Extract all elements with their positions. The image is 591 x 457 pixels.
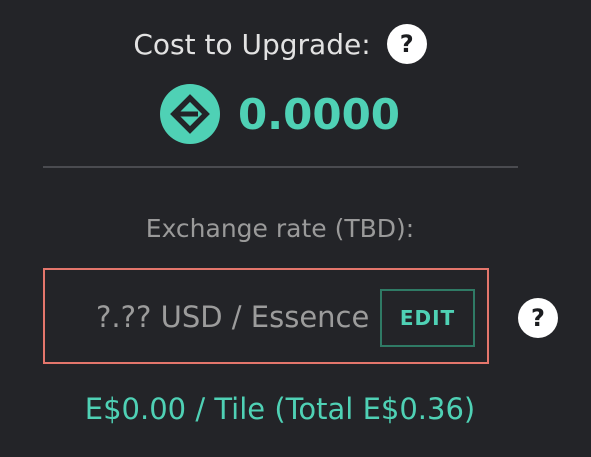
question-icon: ? <box>531 304 545 332</box>
divider <box>43 166 518 168</box>
cost-header: Cost to Upgrade: ? <box>0 24 560 64</box>
exchange-rate-label: Exchange rate (TBD): <box>145 214 415 243</box>
question-icon: ? <box>399 30 414 58</box>
cost-help-button[interactable]: ? <box>386 24 427 64</box>
exchange-rate-value: ?.?? USD / Essence <box>96 300 370 334</box>
exchange-help-button[interactable]: ? <box>518 298 558 338</box>
essence-icon <box>159 84 220 144</box>
cost-amount-row: 0.0000 <box>0 84 560 144</box>
cost-label: Cost to Upgrade: <box>133 27 371 61</box>
cost-amount: 0.0000 <box>237 89 401 139</box>
total-per-tile: E$0.00 / Tile (Total E$0.36) <box>84 392 476 426</box>
edit-button[interactable]: EDIT <box>380 289 475 347</box>
